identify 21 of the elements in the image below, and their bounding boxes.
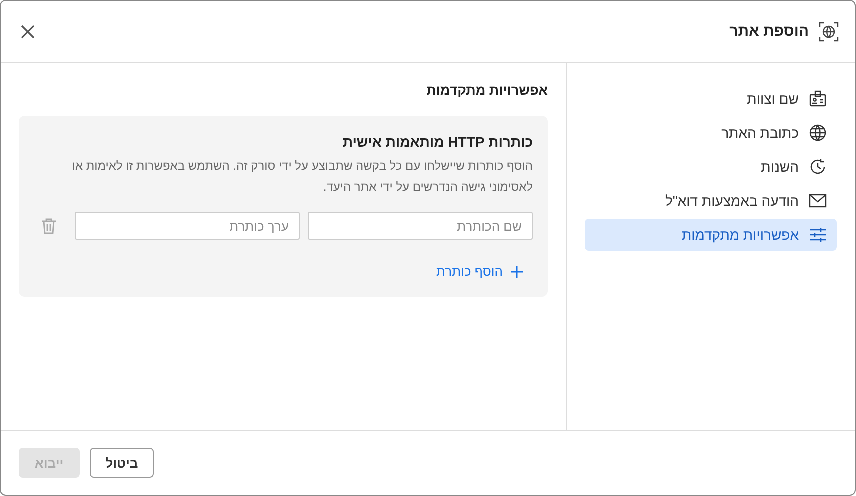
plus-icon bbox=[511, 266, 523, 278]
sidebar-item[interactable]: הודעה באמצעות דוא"ל bbox=[585, 185, 837, 217]
sliders-icon bbox=[809, 226, 827, 244]
sidebar-item[interactable]: שם וצוות bbox=[585, 83, 837, 115]
sidebar-item[interactable]: כתובת האתר bbox=[585, 117, 837, 149]
id-badge-icon bbox=[809, 90, 827, 108]
footer-button[interactable]: ביטול bbox=[90, 448, 154, 478]
card-title: כותרות HTTP מותאמות אישית bbox=[342, 134, 533, 150]
section-heading: אפשרויות מתקדמות bbox=[426, 83, 548, 98]
globe-icon bbox=[809, 124, 827, 142]
globe-icon bbox=[819, 22, 839, 42]
header-name-field[interactable]: שם הכותרת bbox=[308, 212, 533, 240]
close-icon[interactable] bbox=[19, 22, 37, 40]
history-icon bbox=[809, 158, 827, 176]
sidebar-item[interactable]: אפשרויות מתקדמות bbox=[585, 219, 837, 251]
add-header-link[interactable]: הוסף כותרת bbox=[426, 260, 533, 283]
sidebar-item[interactable]: השנות bbox=[585, 151, 837, 183]
card-description: הוסף כותרות שיישלחו עם כל בקשה שתבוצע על ידי סורק זה. השתמש באפשרות זו לאימות או לאסימוני גישה הנדרשים על ידי אתר היעד. bbox=[71, 158, 533, 196]
header-value-field[interactable]: ערך כותרת bbox=[75, 212, 300, 240]
envelope-icon bbox=[809, 192, 827, 210]
dialog-title: הוספת אתר bbox=[730, 23, 809, 40]
